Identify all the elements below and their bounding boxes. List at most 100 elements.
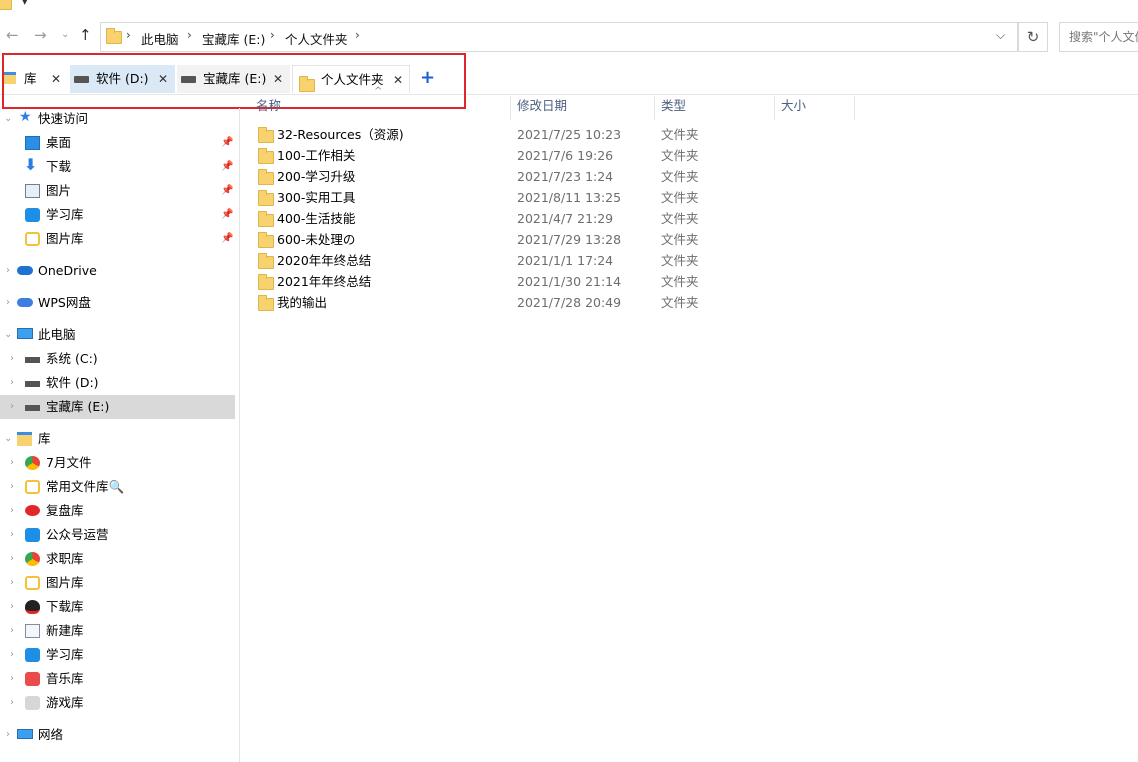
sidebar-item-lib-games[interactable]: › 游戏库 — [0, 691, 235, 715]
drive-icon — [25, 381, 40, 387]
download-arrow-icon: ⬇ — [24, 155, 38, 174]
forward-icon[interactable]: → — [34, 26, 47, 44]
sidebar-item-lib-study[interactable]: › 学习库 — [0, 643, 235, 667]
sidebar-item-lib-downloads[interactable]: › 下载库 — [0, 595, 235, 619]
file-modified: 2021/7/25 10:23 — [517, 127, 622, 142]
sidebar-item-network[interactable]: › 网络 — [0, 723, 235, 747]
chevron-right-icon[interactable]: › — [10, 691, 14, 715]
chevron-right-icon[interactable]: › — [10, 667, 14, 691]
breadcrumb-separator-icon[interactable]: › — [187, 28, 192, 42]
sidebar-item-this-pc[interactable]: ⌄ 此电脑 — [0, 323, 235, 347]
file-row[interactable]: 我的输出 2021/7/28 20:49 文件夹 — [252, 292, 852, 313]
chevron-right-icon[interactable]: › — [10, 395, 14, 419]
chevron-down-icon[interactable]: ⌄ — [4, 107, 12, 131]
breadcrumb-separator-icon[interactable]: › — [126, 28, 131, 42]
recent-locations-icon[interactable]: ⌄ — [61, 29, 69, 40]
cloud-library-icon — [25, 528, 40, 542]
column-header-name[interactable]: 名称 — [250, 96, 511, 120]
chevron-right-icon[interactable]: › — [10, 347, 14, 371]
chevron-right-icon[interactable]: › — [10, 571, 14, 595]
pictures-icon — [25, 184, 40, 198]
sidebar-item-desktop[interactable]: 桌面 📌 — [0, 131, 235, 155]
sidebar-item-drive-d[interactable]: › 软件 (D:) — [0, 371, 235, 395]
folder-icon — [258, 295, 274, 311]
sidebar-item-drive-e[interactable]: › 宝藏库 (E:) — [0, 395, 235, 419]
file-name: 200-学习升级 — [277, 169, 356, 184]
sidebar-item-lib-music[interactable]: › 音乐库 — [0, 667, 235, 691]
chevron-right-icon[interactable]: › — [6, 723, 10, 747]
chevron-right-icon[interactable]: › — [10, 371, 14, 395]
folder-icon — [258, 169, 274, 185]
sidebar-item-downloads[interactable]: ⬇ 下载 📌 — [0, 155, 235, 179]
file-row[interactable]: 100-工作相关 2021/7/6 19:26 文件夹 — [252, 145, 852, 166]
chevron-right-icon[interactable]: › — [10, 475, 14, 499]
chevron-right-icon[interactable]: › — [10, 499, 14, 523]
sidebar-item-label: 新建库 — [46, 623, 84, 638]
file-row[interactable]: 600-未处理の 2021/7/29 13:28 文件夹 — [252, 229, 852, 250]
address-history-dropdown-icon[interactable]: ⌵ — [996, 28, 1005, 43]
file-type: 文件夹 — [661, 211, 699, 226]
pin-icon[interactable]: 📌 — [221, 179, 233, 203]
sidebar-item-label: 学习库 — [46, 207, 84, 222]
sidebar-item-label: 快速访问 — [38, 111, 89, 126]
pin-icon[interactable]: 📌 — [221, 131, 233, 155]
file-row[interactable]: 400-生活技能 2021/4/7 21:29 文件夹 — [252, 208, 852, 229]
search-input[interactable]: 搜索"个人文件夹" — [1059, 22, 1138, 52]
file-row[interactable]: 2021年年终总结 2021/1/30 21:14 文件夹 — [252, 271, 852, 292]
chevron-right-icon[interactable]: › — [10, 451, 14, 475]
file-row[interactable]: 300-实用工具 2021/8/11 13:25 文件夹 — [252, 187, 852, 208]
back-icon[interactable]: ← — [6, 26, 19, 44]
refresh-button[interactable]: ↻ — [1018, 22, 1048, 52]
sidebar-item-label: 求职库 — [46, 551, 84, 566]
breadcrumb-separator-icon[interactable]: › — [355, 28, 360, 42]
file-row[interactable]: 200-学习升级 2021/7/23 1:24 文件夹 — [252, 166, 852, 187]
sidebar-item-drive-c[interactable]: › 系统 (C:) — [0, 347, 235, 371]
sidebar-item-lib-common[interactable]: › 常用文件库🔍 — [0, 475, 235, 499]
file-name: 300-实用工具 — [277, 190, 356, 205]
sidebar-item-lib-review[interactable]: › 复盘库 — [0, 499, 235, 523]
sidebar-item-lib-new[interactable]: › 新建库 — [0, 619, 235, 643]
chevron-right-icon[interactable]: › — [6, 291, 10, 315]
sidebar-item-quick-access[interactable]: ⌄ ★ 快速访问 — [0, 107, 235, 131]
file-modified: 2021/4/7 21:29 — [517, 211, 614, 226]
address-bar[interactable]: › 此电脑 › 宝藏库 (E:) › 个人文件夹 › ⌵ — [100, 22, 1018, 52]
weibo-icon — [25, 505, 40, 516]
up-icon[interactable]: ↑ — [79, 26, 92, 44]
system-drive-icon — [25, 357, 40, 363]
drive-icon — [25, 405, 40, 411]
quick-access-toolbar-dropdown-icon[interactable]: ▾ — [22, 0, 28, 8]
sidebar-item-wps[interactable]: › WPS网盘 — [0, 291, 235, 315]
sidebar-item-label: 桌面 — [46, 135, 72, 150]
folder-icon — [258, 211, 274, 227]
sidebar-item-lib-pictures[interactable]: › 图片库 — [0, 571, 235, 595]
sidebar-item-study-lib[interactable]: 学习库 📌 — [0, 203, 235, 227]
column-header-size[interactable]: 大小 — [775, 96, 855, 120]
pin-icon[interactable]: 📌 — [221, 155, 233, 179]
column-header-type[interactable]: 类型 — [655, 96, 775, 120]
breadcrumb-drive-e[interactable]: 宝藏库 (E:) — [202, 29, 265, 48]
column-header-modified[interactable]: 修改日期 — [511, 96, 655, 120]
folder-icon — [258, 232, 274, 248]
chevron-down-icon[interactable]: ⌄ — [4, 427, 12, 451]
sidebar-item-onedrive[interactable]: › OneDrive — [0, 259, 235, 283]
sidebar-item-lib-wechat[interactable]: › 公众号运营 — [0, 523, 235, 547]
sidebar-item-pictures[interactable]: 图片 📌 — [0, 179, 235, 203]
chevron-right-icon[interactable]: › — [10, 547, 14, 571]
breadcrumb-separator-icon[interactable]: › — [270, 28, 275, 42]
pin-icon[interactable]: 📌 — [221, 227, 233, 251]
chevron-right-icon[interactable]: › — [10, 595, 14, 619]
chevron-right-icon[interactable]: › — [10, 619, 14, 643]
chevron-right-icon[interactable]: › — [10, 523, 14, 547]
sidebar-item-libraries[interactable]: ⌄ 库 — [0, 427, 235, 451]
sidebar-item-lib-jobs[interactable]: › 求职库 — [0, 547, 235, 571]
breadcrumb-personal-folder[interactable]: 个人文件夹 — [285, 29, 348, 48]
file-row[interactable]: 2020年年终总结 2021/1/1 17:24 文件夹 — [252, 250, 852, 271]
chevron-right-icon[interactable]: › — [10, 643, 14, 667]
sidebar-item-picture-lib[interactable]: 图片库 📌 — [0, 227, 235, 251]
chevron-down-icon[interactable]: ⌄ — [4, 323, 12, 347]
chevron-right-icon[interactable]: › — [6, 259, 10, 283]
sidebar-item-lib-july[interactable]: › 7月文件 — [0, 451, 235, 475]
pin-icon[interactable]: 📌 — [221, 203, 233, 227]
file-row[interactable]: 32-Resources（资源) 2021/7/25 10:23 文件夹 — [252, 124, 852, 145]
breadcrumb-this-pc[interactable]: 此电脑 — [141, 29, 179, 48]
